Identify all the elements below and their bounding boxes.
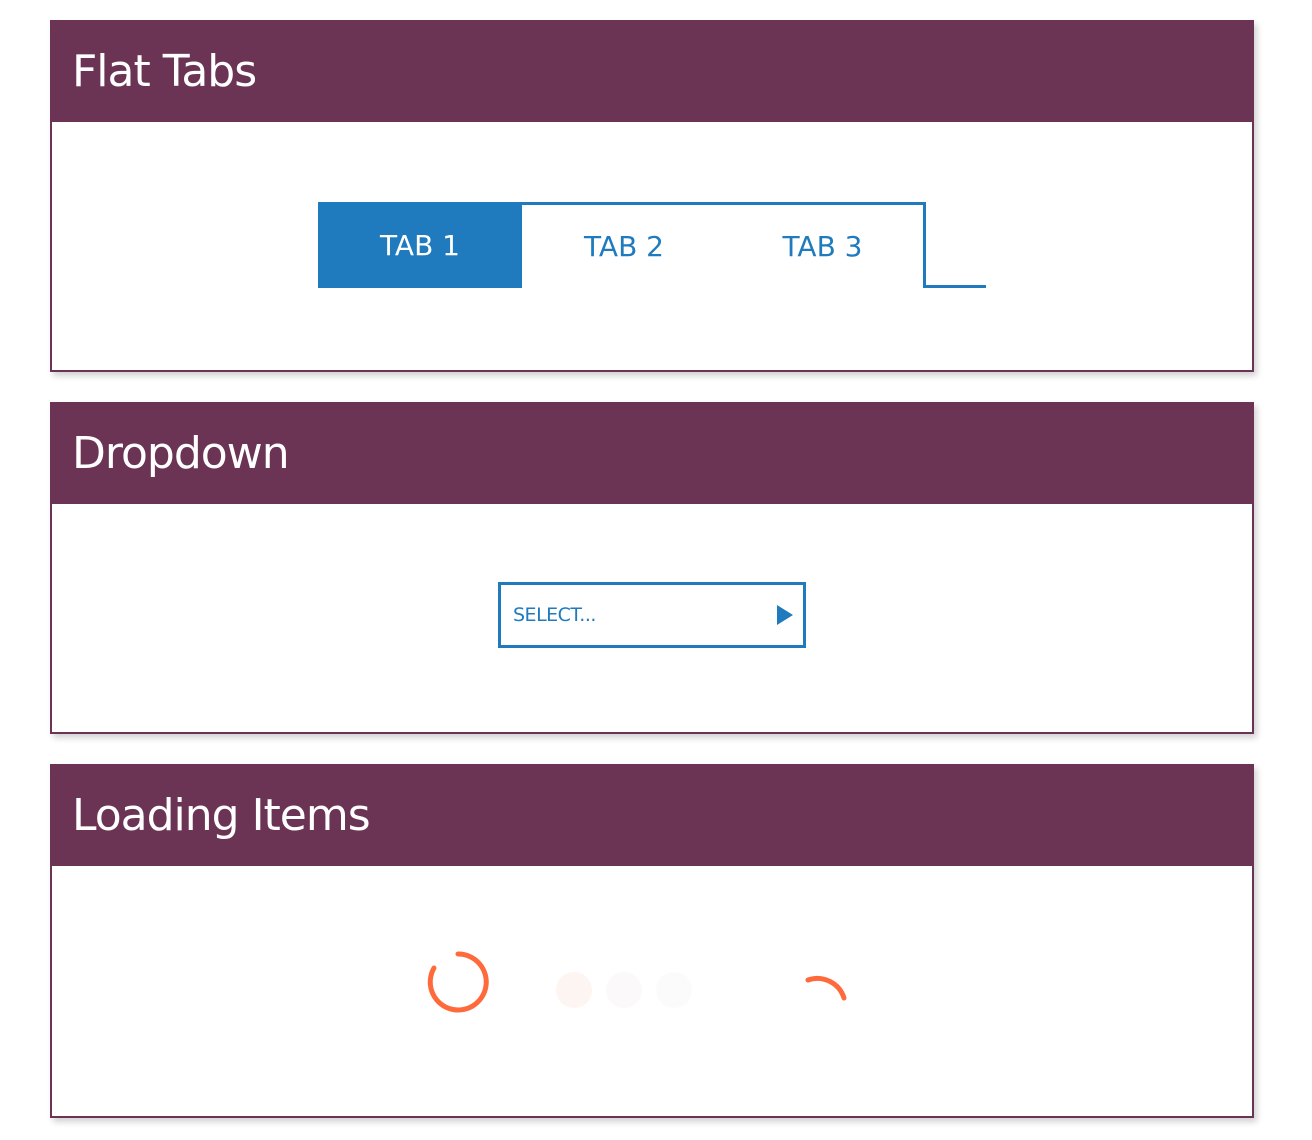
loading-dot bbox=[656, 972, 692, 1008]
panel-header: Loading Items bbox=[50, 764, 1254, 866]
panel-header: Flat Tabs bbox=[50, 20, 1254, 122]
loading-dot bbox=[606, 972, 642, 1008]
tab-2[interactable]: TAB 2 bbox=[522, 202, 726, 288]
spinner-ring-icon bbox=[427, 951, 489, 1013]
panel-title: Flat Tabs bbox=[72, 45, 257, 97]
loading-dot bbox=[556, 972, 592, 1008]
tab-1[interactable]: TAB 1 bbox=[318, 202, 522, 288]
panel-body: SELECT... bbox=[52, 504, 1252, 732]
dropdown-placeholder: SELECT... bbox=[513, 604, 596, 626]
tab-underline bbox=[923, 285, 986, 288]
flat-tabs-panel: Flat Tabs TAB 1 TAB 2 TAB 3 bbox=[50, 20, 1254, 372]
loading-dots-icon bbox=[556, 972, 696, 1012]
panel-title: Dropdown bbox=[72, 427, 290, 479]
panel-body bbox=[52, 866, 1252, 1116]
select-dropdown[interactable]: SELECT... bbox=[498, 582, 806, 648]
tab-3[interactable]: TAB 3 bbox=[722, 202, 926, 288]
tab-bar: TAB 1 TAB 2 TAB 3 bbox=[318, 202, 986, 288]
panel-header: Dropdown bbox=[50, 402, 1254, 504]
panel-title: Loading Items bbox=[72, 789, 371, 841]
caret-right-icon bbox=[777, 605, 793, 625]
spinner-arc-icon bbox=[805, 975, 847, 1001]
loading-items-panel: Loading Items bbox=[50, 764, 1254, 1118]
dropdown-panel: Dropdown SELECT... bbox=[50, 402, 1254, 734]
panel-body: TAB 1 TAB 2 TAB 3 bbox=[52, 122, 1252, 370]
